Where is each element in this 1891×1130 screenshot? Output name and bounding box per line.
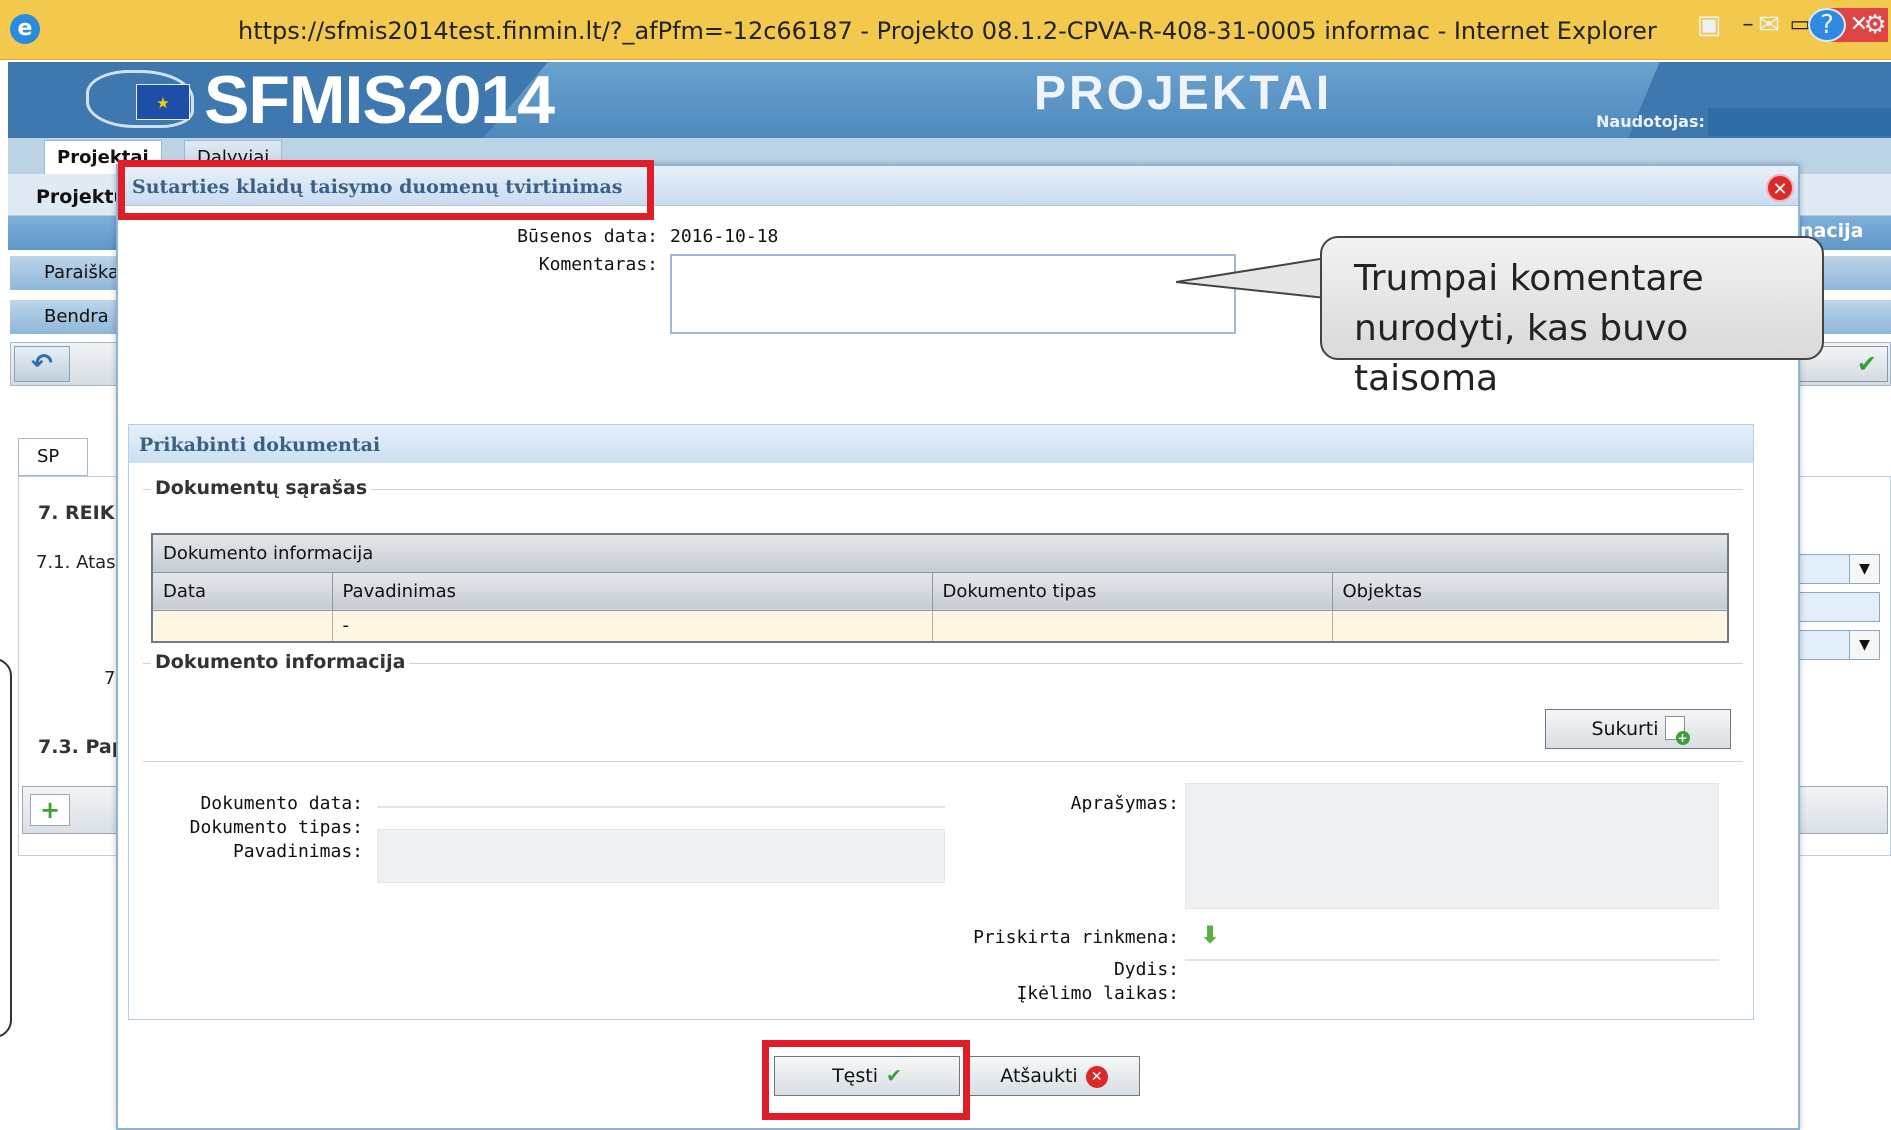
cancel-button-label: Atšaukti — [1000, 1065, 1078, 1087]
gear-icon[interactable]: ⚙ — [1856, 8, 1891, 42]
internet-explorer-icon: e — [10, 14, 40, 44]
callout-pointer — [1176, 256, 1326, 300]
size-label: Dydis: — [1113, 959, 1179, 980]
document-date-value — [377, 806, 945, 808]
chat-icon[interactable]: ▣ — [1690, 8, 1728, 42]
callout-line-1: Trumpai komentare — [1354, 258, 1704, 299]
mail-icon[interactable]: ✉ — [1750, 8, 1788, 42]
table-cell: - — [331, 609, 933, 643]
upload-time-label: Įkėlimo laikas: — [1016, 983, 1179, 1004]
highlight-dialog-title — [118, 160, 654, 220]
highlight-continue-button — [762, 1040, 970, 1120]
cancel-x-icon: ✕ — [1085, 1066, 1108, 1088]
status-date-value: 2016-10-18 — [670, 226, 779, 247]
add-row-icon[interactable]: + — [30, 794, 70, 826]
brand-logo-text: SFMIS2014 — [204, 62, 555, 138]
tab-sp[interactable]: SP — [18, 438, 88, 476]
line-7: 7 — [104, 668, 116, 689]
attached-documents-title: Prikabinti dokumentai — [139, 434, 381, 456]
download-arrow-icon[interactable]: ⬇ — [1199, 921, 1221, 949]
description-label: Aprašymas: — [1070, 793, 1179, 814]
subtab-paraiska-label: Paraiška — [44, 262, 120, 283]
attached-documents-header: Prikabinti dokumentai — [129, 425, 1753, 463]
browser-titlebar: e https://sfmis2014test.finmin.lt/?_afPf… — [0, 0, 1891, 60]
help-icon[interactable]: ? — [1808, 8, 1846, 42]
close-icon[interactable]: ✕ — [1766, 174, 1794, 202]
background-select-1[interactable]: ▼ — [1790, 554, 1880, 584]
column-header-dokumento-tipas[interactable]: Dokumento tipas — [931, 571, 1333, 611]
document-type-label: Dokumento tipas: — [189, 817, 363, 838]
table-cell — [151, 609, 333, 643]
table-cell — [931, 609, 1333, 643]
column-header-pavadinimas[interactable]: Pavadinimas — [331, 571, 933, 611]
status-date-label: Būsenos data: — [517, 226, 658, 247]
partial-callout-border — [0, 658, 12, 1038]
section-7-3-heading: 7.3. Pap — [38, 736, 126, 758]
document-name-label: Pavadinimas: — [232, 841, 363, 862]
module-title: PROJEKTAI — [1034, 67, 1333, 120]
documents-list-legend: Dokumentų sąrašas — [151, 477, 372, 499]
user-name-field — [1708, 108, 1891, 136]
chevron-down-icon: ▼ — [1849, 631, 1879, 659]
document-date-label: Dokumento data: — [200, 793, 363, 814]
documents-list-divider — [143, 489, 1743, 490]
document-form-divider — [143, 761, 1743, 762]
document-info-legend: Dokumento informacija — [151, 651, 410, 673]
table-row[interactable]: - — [151, 609, 1729, 643]
window-title: https://sfmis2014test.finmin.lt/?_afPfm=… — [238, 17, 1657, 45]
comment-field[interactable] — [670, 254, 1236, 334]
eu-flag-logo: ★ — [136, 84, 190, 120]
document-name-field — [377, 829, 945, 883]
section-7-heading: 7. REIK — [38, 502, 115, 524]
new-document-icon: + — [1664, 716, 1690, 745]
documents-table-group-header: Dokumento informacija — [151, 533, 1729, 573]
assigned-file-label: Priskirta rinkmena: — [973, 927, 1179, 948]
assigned-file-divider — [1185, 959, 1719, 961]
cancel-button[interactable]: Atšaukti ✕ — [968, 1056, 1140, 1096]
back-arrow-icon[interactable]: ↶ — [14, 346, 70, 382]
table-cell — [1331, 609, 1729, 643]
background-select-2[interactable]: ▼ — [1790, 630, 1880, 660]
chevron-down-icon: ▼ — [1849, 555, 1879, 583]
line-7-1: 7.1. Atas — [36, 552, 116, 573]
description-field — [1185, 783, 1719, 909]
comment-label: Komentaras: — [538, 254, 658, 275]
annotation-callout: Trumpai komentare nurodyti, kas buvo tai… — [1320, 236, 1824, 399]
attached-documents-panel: Prikabinti dokumentai Dokumentų sąrašas … — [128, 424, 1754, 1020]
column-header-data[interactable]: Data — [151, 571, 333, 611]
project-label: Projektu — [36, 186, 127, 208]
documents-table: Dokumento informacija Data Pavadinimas D… — [151, 533, 1729, 643]
callout-line-2: nurodyti, kas buvo taisoma — [1354, 308, 1689, 399]
column-header-objektas[interactable]: Objektas — [1331, 571, 1729, 611]
subtab-bendra-label: Bendra — [44, 306, 109, 327]
user-label: Naudotojas: — [1596, 112, 1705, 131]
create-document-button[interactable]: Sukurti + — [1545, 709, 1731, 749]
create-button-label: Sukurti — [1591, 718, 1659, 740]
background-input[interactable] — [1790, 592, 1880, 622]
